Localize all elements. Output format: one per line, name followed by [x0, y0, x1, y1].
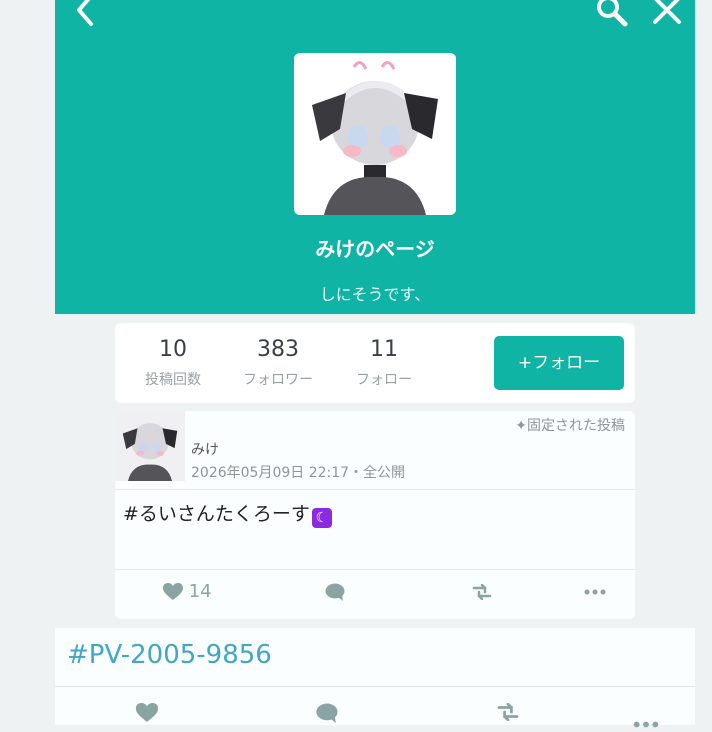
profile-bio: しにそうです、 — [319, 285, 431, 304]
stat-followers[interactable]: 383 フォロワー — [233, 337, 323, 389]
follow-button[interactable]: +フォロー — [494, 336, 624, 390]
more-icon[interactable] — [633, 713, 659, 732]
comment-button[interactable] — [325, 581, 345, 607]
close-icon[interactable] — [651, 0, 683, 30]
hashtag-link[interactable]: #PV-2005-9856 — [67, 640, 272, 670]
stat-posts-label: 投稿回数 — [145, 372, 201, 388]
stats-card: 10 投稿回数 383 フォロワー 11 フォロー +フォロー — [115, 323, 635, 403]
heart-icon[interactable] — [135, 703, 159, 727]
chevron-left-icon[interactable] — [69, 0, 101, 30]
comment-icon — [325, 581, 345, 602]
page-title: みけのページ — [315, 237, 435, 261]
profile-avatar[interactable] — [294, 53, 456, 215]
post-body: #るいさんたくろーす ☾ — [123, 499, 332, 528]
crescent-moon-icon: ☾ — [311, 508, 332, 528]
pinned-post[interactable]: ✦固定された投稿 みけ 2026年05月09日 22:17・全公開 #るいさんた… — [115, 411, 635, 619]
comment-icon[interactable] — [315, 703, 339, 727]
stat-posts[interactable]: 10 投稿回数 — [128, 337, 218, 389]
pinned-label: ✦固定された投稿 — [515, 418, 625, 434]
tag-bar: #PV-2005-9856 — [55, 628, 695, 687]
divider — [115, 569, 635, 570]
search-icon[interactable] — [595, 0, 629, 32]
stat-posts-value: 10 — [159, 337, 187, 362]
like-count: 14 — [188, 581, 212, 602]
stat-followers-value: 383 — [257, 337, 299, 362]
repost-icon[interactable] — [495, 702, 521, 725]
stat-following[interactable]: 11 フォロー — [339, 337, 429, 389]
heart-icon — [163, 581, 189, 602]
more-button[interactable] — [584, 581, 606, 607]
stat-following-label: フォロー — [356, 372, 412, 388]
post-author-avatar[interactable] — [115, 411, 185, 481]
post-text: #るいさんたくろーす — [123, 503, 310, 525]
post-timestamp: 2026年05月09日 22:17・全公開 — [191, 465, 406, 481]
stat-followers-label: フォロワー — [243, 372, 313, 388]
more-icon — [584, 581, 606, 602]
profile-header: みけのページ しにそうです、 — [55, 0, 695, 314]
divider — [115, 489, 635, 490]
repost-button[interactable] — [471, 581, 493, 607]
stat-following-value: 11 — [370, 337, 398, 362]
next-post-actions — [55, 687, 695, 728]
repost-icon — [471, 581, 493, 602]
like-button[interactable]: 14 — [163, 581, 212, 607]
post-author-name[interactable]: みけ — [191, 439, 219, 459]
